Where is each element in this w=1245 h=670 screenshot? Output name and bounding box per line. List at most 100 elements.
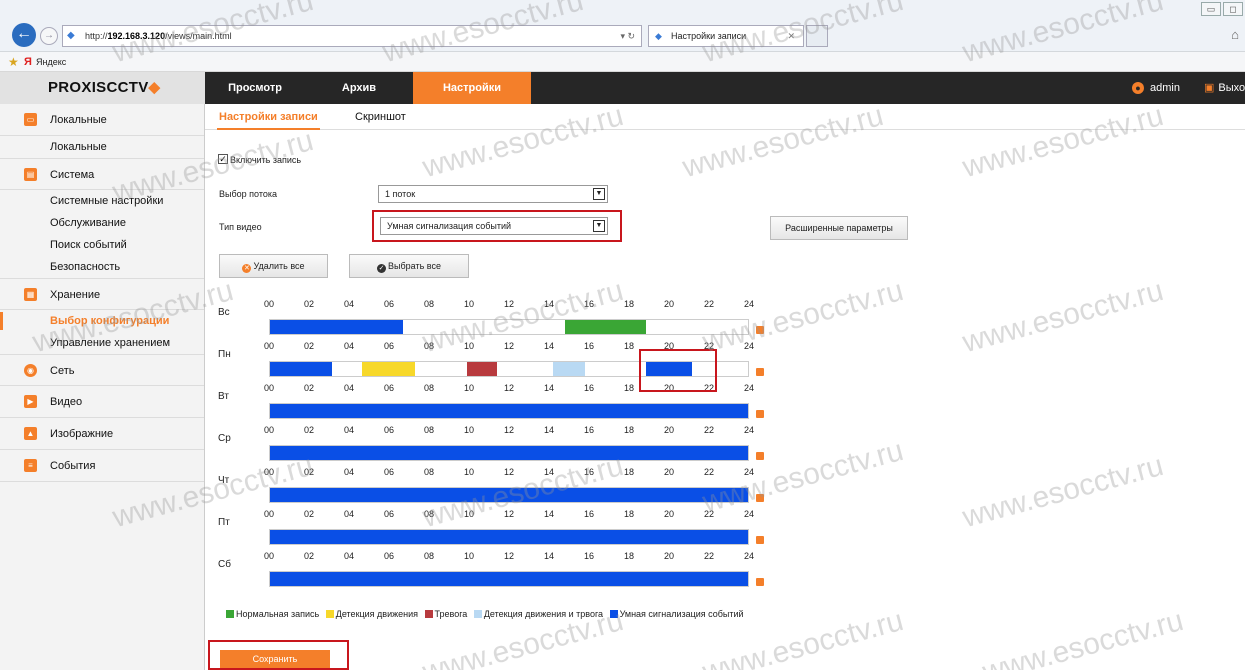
nav-preview[interactable]: Просмотр bbox=[205, 72, 305, 104]
stream-select[interactable]: 1 поток ▼ bbox=[378, 185, 608, 203]
copy-schedule-icon[interactable] bbox=[756, 368, 764, 376]
copy-schedule-icon[interactable] bbox=[756, 410, 764, 418]
hour-tick: 16 bbox=[583, 551, 594, 561]
star-icon: ★ bbox=[8, 55, 19, 69]
hour-tick: 18 bbox=[623, 467, 634, 477]
day-track[interactable] bbox=[269, 529, 749, 545]
sidebar-group-system[interactable]: ▤ Система bbox=[0, 158, 204, 190]
sidebar-item-event-search[interactable]: Поиск событий bbox=[0, 234, 204, 256]
hour-tick: 18 bbox=[623, 299, 634, 309]
back-arrow-icon[interactable]: ← bbox=[12, 23, 36, 47]
hour-tick: 10 bbox=[463, 467, 474, 477]
sidebar-group-storage[interactable]: ▦ Хранение bbox=[0, 278, 204, 310]
select-all-button[interactable]: ✓ Выбрать все bbox=[349, 254, 469, 278]
day-track[interactable] bbox=[269, 319, 749, 335]
hour-tick: 00 bbox=[263, 467, 274, 477]
day-track[interactable] bbox=[269, 487, 749, 503]
day-track[interactable] bbox=[269, 403, 749, 419]
hour-tick: 02 bbox=[303, 551, 314, 561]
sidebar-item-security[interactable]: Безопасность bbox=[0, 256, 204, 278]
enable-record-checkbox[interactable]: ✓ bbox=[218, 154, 228, 164]
close-tab-icon[interactable]: ✕ bbox=[787, 26, 795, 46]
address-bar[interactable]: ◆ http://192.168.3.120/views/main.html ▾… bbox=[62, 25, 642, 47]
sidebar-item-config[interactable]: Выбор конфигурации bbox=[0, 310, 204, 332]
day-track[interactable] bbox=[269, 445, 749, 461]
username: admin bbox=[1150, 82, 1180, 94]
schedule-segment-smart[interactable] bbox=[270, 362, 332, 376]
new-tab-button[interactable] bbox=[806, 25, 828, 47]
hour-tick: 12 bbox=[503, 509, 514, 519]
day-label: Вс bbox=[218, 307, 230, 318]
highlight-segment bbox=[639, 349, 717, 392]
browser-titlebar: ▭ ◻ bbox=[0, 0, 1245, 18]
enable-record-label: Включить запись bbox=[230, 155, 302, 165]
schedule-segment-normal[interactable] bbox=[564, 320, 647, 334]
hour-tick: 22 bbox=[703, 509, 714, 519]
schedule-segment-alarm[interactable] bbox=[467, 362, 498, 376]
hour-tick: 06 bbox=[383, 467, 394, 477]
delete-all-label: Удалить все bbox=[253, 261, 305, 271]
hour-tick: 02 bbox=[303, 299, 314, 309]
hour-tick: 22 bbox=[703, 299, 714, 309]
schedule-segment-smart[interactable] bbox=[270, 572, 748, 586]
tab-icon: ◆ bbox=[655, 31, 662, 41]
legend-label: Детекция движения bbox=[335, 609, 419, 619]
monitor-icon: ▭ bbox=[24, 113, 37, 126]
nav-settings[interactable]: Настройки bbox=[413, 72, 531, 104]
day-track[interactable] bbox=[269, 571, 749, 587]
hour-tick: 06 bbox=[383, 425, 394, 435]
copy-schedule-icon[interactable] bbox=[756, 494, 764, 502]
hour-tick: 22 bbox=[703, 467, 714, 477]
schedule-segment-smart[interactable] bbox=[270, 446, 748, 460]
hour-tick: 10 bbox=[463, 509, 474, 519]
video-type-label: Тип видео bbox=[219, 222, 262, 232]
schedule-segment-smart[interactable] bbox=[270, 404, 748, 418]
sidebar-group-image[interactable]: ▲ Изображние bbox=[0, 418, 204, 450]
sidebar-group-events[interactable]: ≡ События bbox=[0, 450, 204, 482]
home-icon[interactable]: ⌂ bbox=[1231, 27, 1239, 42]
favorite-link[interactable]: Яндекс bbox=[36, 52, 66, 72]
hour-tick: 14 bbox=[543, 509, 554, 519]
delete-all-button[interactable]: ✕ Удалить все bbox=[219, 254, 328, 278]
copy-schedule-icon[interactable] bbox=[756, 326, 764, 334]
window-controls: ▭ ◻ bbox=[1201, 2, 1243, 16]
sidebar-group-network[interactable]: ◉ Сеть bbox=[0, 354, 204, 386]
schedule-segment-smart[interactable] bbox=[270, 320, 404, 334]
forward-arrow-icon[interactable]: → bbox=[40, 27, 58, 45]
hour-tick: 08 bbox=[423, 383, 434, 393]
sidebar-item-local[interactable]: Локальные bbox=[0, 136, 204, 158]
hour-tick: 20 bbox=[663, 509, 674, 519]
legend-label: Тревога bbox=[434, 609, 468, 619]
hour-tick: 12 bbox=[503, 299, 514, 309]
user-menu[interactable]: ● admin bbox=[1132, 72, 1180, 104]
schedule-segment-motion_alarm[interactable] bbox=[552, 362, 585, 376]
sidebar-item-storage-management[interactable]: Управление хранением bbox=[0, 332, 204, 354]
sidebar: ▭ Локальные Локальные ▤ Система Системные … bbox=[0, 104, 205, 670]
sub-tabs: Настройки записи Скриншот bbox=[205, 104, 1245, 130]
sidebar-item-maintenance[interactable]: Обслуживание bbox=[0, 212, 204, 234]
sidebar-group-local[interactable]: ▭ Локальные bbox=[0, 104, 204, 136]
refresh-icon[interactable]: ▾ ↻ bbox=[620, 26, 635, 46]
tab-snapshot[interactable]: Скриншот bbox=[355, 104, 406, 130]
hour-tick: 08 bbox=[423, 299, 434, 309]
copy-schedule-icon[interactable] bbox=[756, 578, 764, 586]
advanced-button[interactable]: Расширенные параметры bbox=[770, 216, 908, 240]
url-prefix: http:// bbox=[85, 31, 108, 41]
schedule-segment-motion[interactable] bbox=[361, 362, 416, 376]
maximize-icon[interactable]: ◻ bbox=[1223, 2, 1243, 16]
sidebar-group-video[interactable]: ▶ Видео bbox=[0, 386, 204, 418]
minimize-icon[interactable]: ▭ bbox=[1201, 2, 1221, 16]
exit-link[interactable]: ▣Выход bbox=[1204, 72, 1245, 104]
schedule-segment-smart[interactable] bbox=[270, 530, 748, 544]
copy-schedule-icon[interactable] bbox=[756, 452, 764, 460]
schedule-segment-smart[interactable] bbox=[270, 488, 748, 502]
nav-archive[interactable]: Архив bbox=[305, 72, 413, 104]
copy-schedule-icon[interactable] bbox=[756, 536, 764, 544]
stream-label: Выбор потока bbox=[219, 189, 277, 199]
exit-label: Выход bbox=[1218, 82, 1245, 94]
legend-label: Нормальная запись bbox=[236, 609, 320, 619]
tab-record-settings[interactable]: Настройки записи bbox=[217, 104, 320, 130]
highlight-video-type bbox=[372, 210, 622, 242]
browser-tab[interactable]: ◆ Настройки записи ✕ bbox=[648, 25, 804, 47]
sidebar-item-system-settings[interactable]: Системные настройки bbox=[0, 190, 204, 212]
